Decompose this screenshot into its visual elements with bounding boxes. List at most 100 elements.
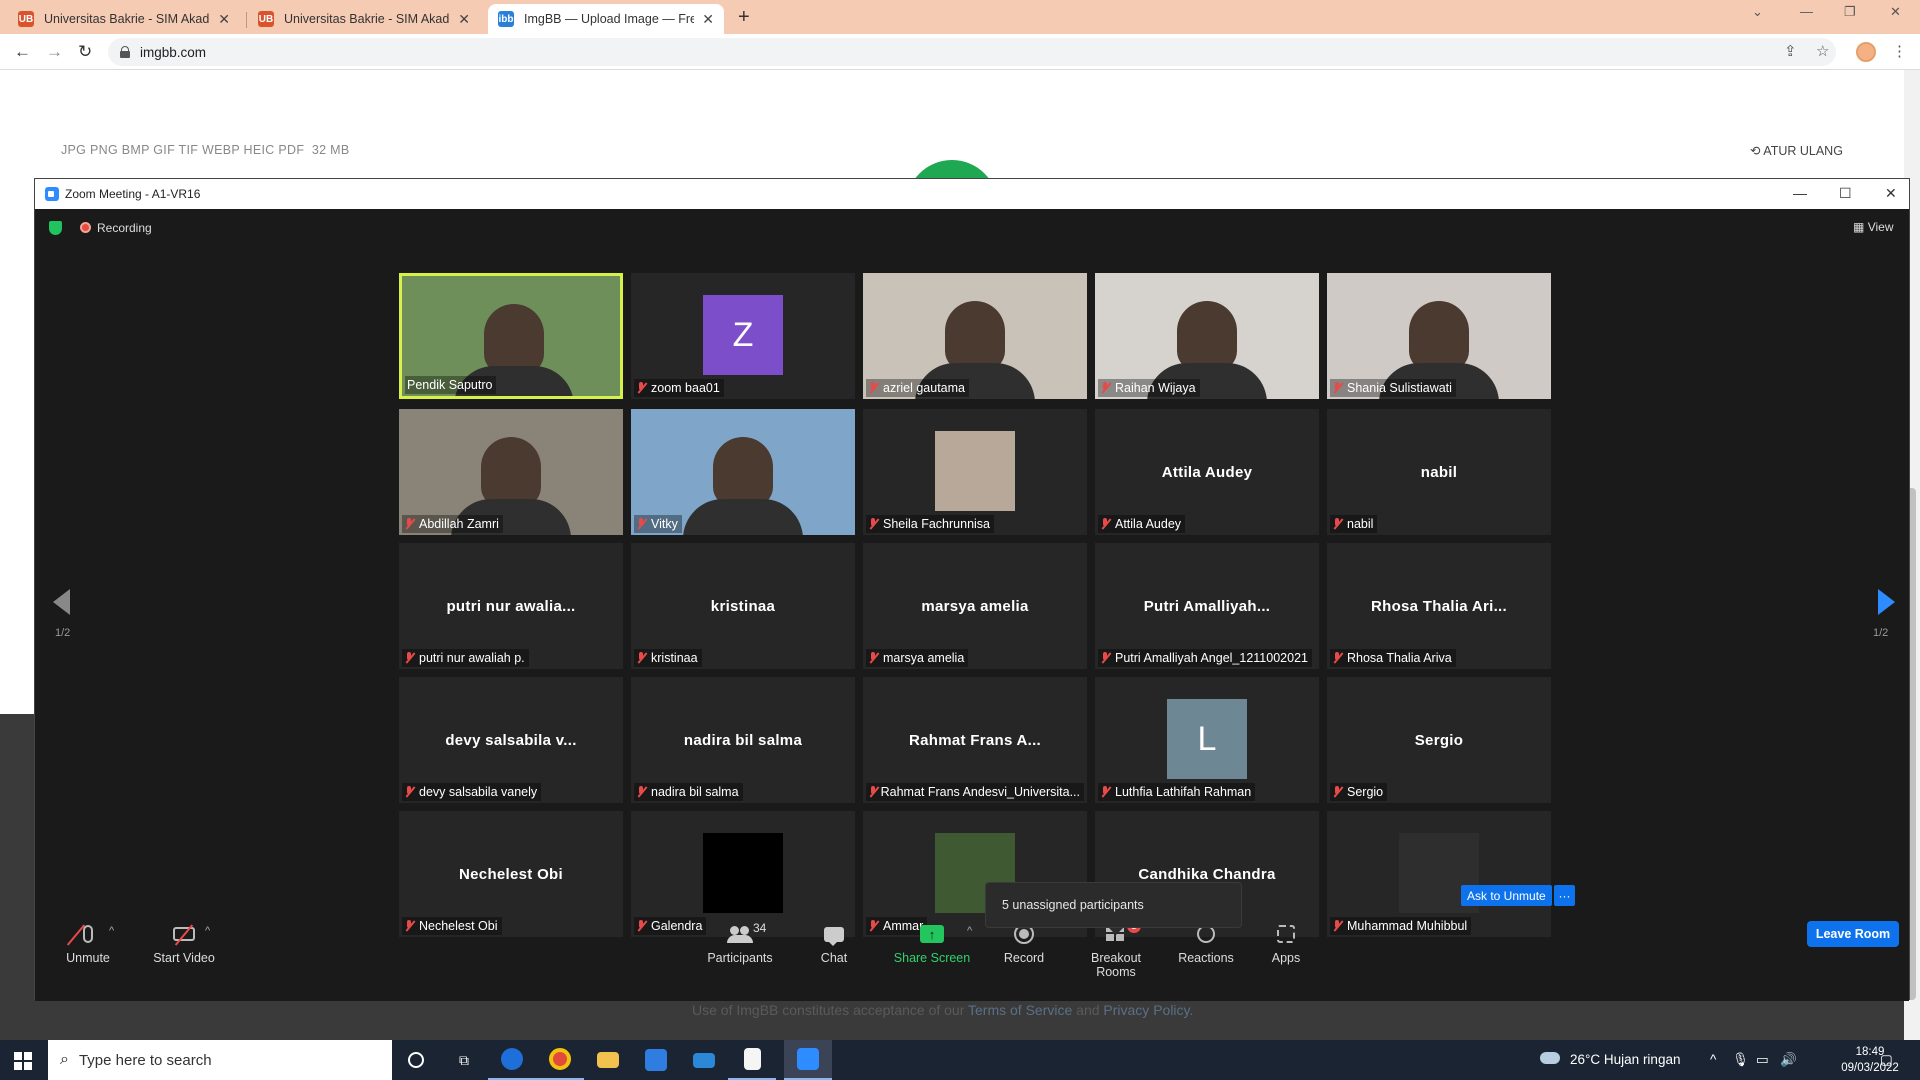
share-icon[interactable]: ⇪ (1784, 42, 1797, 60)
recording-label[interactable]: Recording (97, 221, 152, 235)
tab-search-icon[interactable]: ⌄ (1752, 4, 1763, 20)
participant-name-label: devy salsabila vanely (402, 783, 542, 801)
participant-name: marsya amelia (883, 651, 965, 665)
chrome-icon[interactable] (536, 1040, 584, 1080)
file-explorer-icon[interactable] (584, 1040, 632, 1080)
participants-label: Participants (707, 951, 773, 965)
participant-tile[interactable]: putri nur awalia... putri nur awaliah p. (399, 543, 623, 669)
show-hidden-icons-icon[interactable]: ^ (1710, 1052, 1716, 1067)
participant-tile[interactable]: Rahmat Frans A... Rahmat Frans Andesvi_Un… (863, 677, 1087, 803)
audio-options-caret-icon[interactable]: ^ (109, 925, 114, 937)
video-options-caret-icon[interactable]: ^ (205, 925, 210, 937)
reload-icon[interactable]: ↻ (78, 42, 92, 62)
participant-tile[interactable]: Raihan Wijaya (1095, 273, 1319, 399)
browser-tab-active[interactable]: ibb ImgBB — Upload Image — Free ✕ (488, 4, 724, 34)
close-tab-icon[interactable]: ✕ (458, 11, 470, 28)
mail-icon[interactable] (680, 1040, 728, 1080)
reset-label: ATUR ULANG (1763, 144, 1843, 158)
participant-tile[interactable]: Putri Amalliyah... Putri Amalliyah Angel_… (1095, 543, 1319, 669)
muted-microphone-icon (1332, 518, 1342, 530)
participant-tile[interactable]: Pendik Saputro (399, 273, 623, 399)
close-window-icon[interactable]: ✕ (1890, 4, 1901, 20)
new-tab-button[interactable]: + (738, 6, 750, 29)
previous-page-arrow-icon[interactable] (53, 589, 70, 615)
menu-kebab-icon[interactable]: ⋮ (1892, 42, 1907, 60)
participant-name-label: azriel gautama (866, 379, 969, 397)
share-screen-label: Share Screen (893, 951, 971, 965)
participant-tile[interactable]: Nechelest Obi Nechelest Obi (399, 811, 623, 937)
forward-icon[interactable]: → (46, 42, 63, 62)
participants-button[interactable]: 34 Participants (695, 921, 785, 965)
notifications-icon[interactable]: ▢ (1880, 1052, 1893, 1068)
participant-name: Pendik Saputro (407, 378, 493, 392)
participant-name-label: Sergio (1330, 783, 1388, 801)
taskbar-search-box[interactable]: ⌕ Type here to search (48, 1040, 392, 1080)
participant-video-feed (683, 499, 803, 535)
participant-tile[interactable]: Abdillah Zamri (399, 409, 623, 535)
participant-name-label: nadira bil salma (634, 783, 743, 801)
participant-tile[interactable]: Muhammad Muhibbul (1327, 811, 1551, 937)
participant-name: Nechelest Obi (419, 919, 498, 933)
zoom-maximize-icon[interactable]: ☐ (1839, 185, 1852, 202)
profile-avatar[interactable] (1856, 42, 1876, 62)
volume-icon[interactable]: 🔊 (1780, 1052, 1797, 1068)
encryption-shield-icon[interactable] (49, 221, 62, 235)
start-video-label: Start Video (153, 951, 215, 965)
participant-tile[interactable]: Vitky (631, 409, 855, 535)
muted-microphone-icon (1332, 786, 1342, 798)
page-indicator-left: 1/2 (55, 627, 71, 639)
more-options-button[interactable]: ··· (1554, 885, 1575, 906)
participant-tile[interactable]: devy salsabila v... devy salsabila vanely (399, 677, 623, 803)
browser-tab-1[interactable]: UB Universitas Bakrie - SIM Akadem ✕ (8, 4, 240, 34)
participant-tile[interactable]: kristinaa kristinaa (631, 543, 855, 669)
close-tab-icon[interactable]: ✕ (702, 11, 714, 28)
bookmark-star-icon[interactable]: ☆ (1816, 42, 1829, 60)
view-button[interactable]: ▦ View (1853, 220, 1893, 234)
participants-count: 34 (753, 921, 767, 935)
participant-tile[interactable]: Attila Audey Attila Audey (1095, 409, 1319, 535)
share-options-caret-icon[interactable]: ^ (967, 925, 972, 937)
teamviewer-icon[interactable] (488, 1040, 536, 1080)
participant-tile[interactable]: nadira bil salma nadira bil salma (631, 677, 855, 803)
microphone-tray-icon[interactable]: 🎙 (1732, 1052, 1749, 1068)
leave-room-button[interactable]: Leave Room (1807, 921, 1899, 947)
chat-button[interactable]: Chat (789, 921, 879, 965)
document-viewer-icon[interactable] (728, 1040, 776, 1080)
task-view-icon[interactable]: ⧉ (440, 1040, 488, 1080)
muted-microphone-icon (868, 518, 878, 530)
participant-tile[interactable]: L Luthfia Lathifah Rahman (1095, 677, 1319, 803)
close-tab-icon[interactable]: ✕ (218, 11, 230, 28)
participant-tile[interactable]: azriel gautama (863, 273, 1087, 399)
terms-link[interactable]: Terms of Service (968, 1002, 1072, 1018)
participant-tile[interactable]: Galendra (631, 811, 855, 937)
participant-tile[interactable]: marsya amelia marsya amelia (863, 543, 1087, 669)
minimize-window-icon[interactable]: — (1800, 4, 1813, 19)
participant-tile[interactable]: Sheila Fachrunnisa (863, 409, 1087, 535)
unmute-button[interactable]: Unmute (43, 921, 133, 965)
participant-tile[interactable]: Shania Sulistiawati (1327, 273, 1551, 399)
back-icon[interactable]: ← (14, 42, 31, 62)
apps-button[interactable]: Apps (1241, 921, 1331, 965)
address-bar[interactable]: imgbb.com (108, 38, 1836, 66)
cortana-icon[interactable] (392, 1040, 440, 1080)
participant-tile[interactable]: Sergio Sergio (1327, 677, 1551, 803)
zoom-minimize-icon[interactable]: — (1793, 185, 1807, 201)
next-page-arrow-icon[interactable] (1878, 589, 1895, 615)
reset-button[interactable]: ⟲ ATUR ULANG (1750, 143, 1843, 158)
browser-tab-2[interactable]: UB Universitas Bakrie - SIM Akadem ✕ (248, 4, 480, 34)
restore-window-icon[interactable]: ❐ (1844, 4, 1856, 20)
zoom-taskbar-icon[interactable] (784, 1040, 832, 1080)
network-icon[interactable]: ▭ (1756, 1052, 1769, 1068)
share-screen-button[interactable]: ↑ Share Screen (887, 921, 977, 965)
privacy-link[interactable]: Privacy Policy. (1103, 1002, 1193, 1018)
participant-tile[interactable]: Rhosa Thalia Ari... Rhosa Thalia Ariva (1327, 543, 1551, 669)
participant-name: azriel gautama (883, 381, 965, 395)
participant-tile[interactable]: Zzoom baa01 (631, 273, 855, 399)
zoom-close-icon[interactable]: ✕ (1885, 185, 1897, 202)
windows-start-icon[interactable] (14, 1052, 32, 1070)
microsoft-store-icon[interactable] (632, 1040, 680, 1080)
weather-text[interactable]: 26°C Hujan ringan (1570, 1052, 1680, 1067)
start-video-button[interactable]: Start Video (139, 921, 229, 965)
participant-tile[interactable]: nabil nabil (1327, 409, 1551, 535)
ask-to-unmute-button[interactable]: Ask to Unmute (1461, 885, 1552, 906)
